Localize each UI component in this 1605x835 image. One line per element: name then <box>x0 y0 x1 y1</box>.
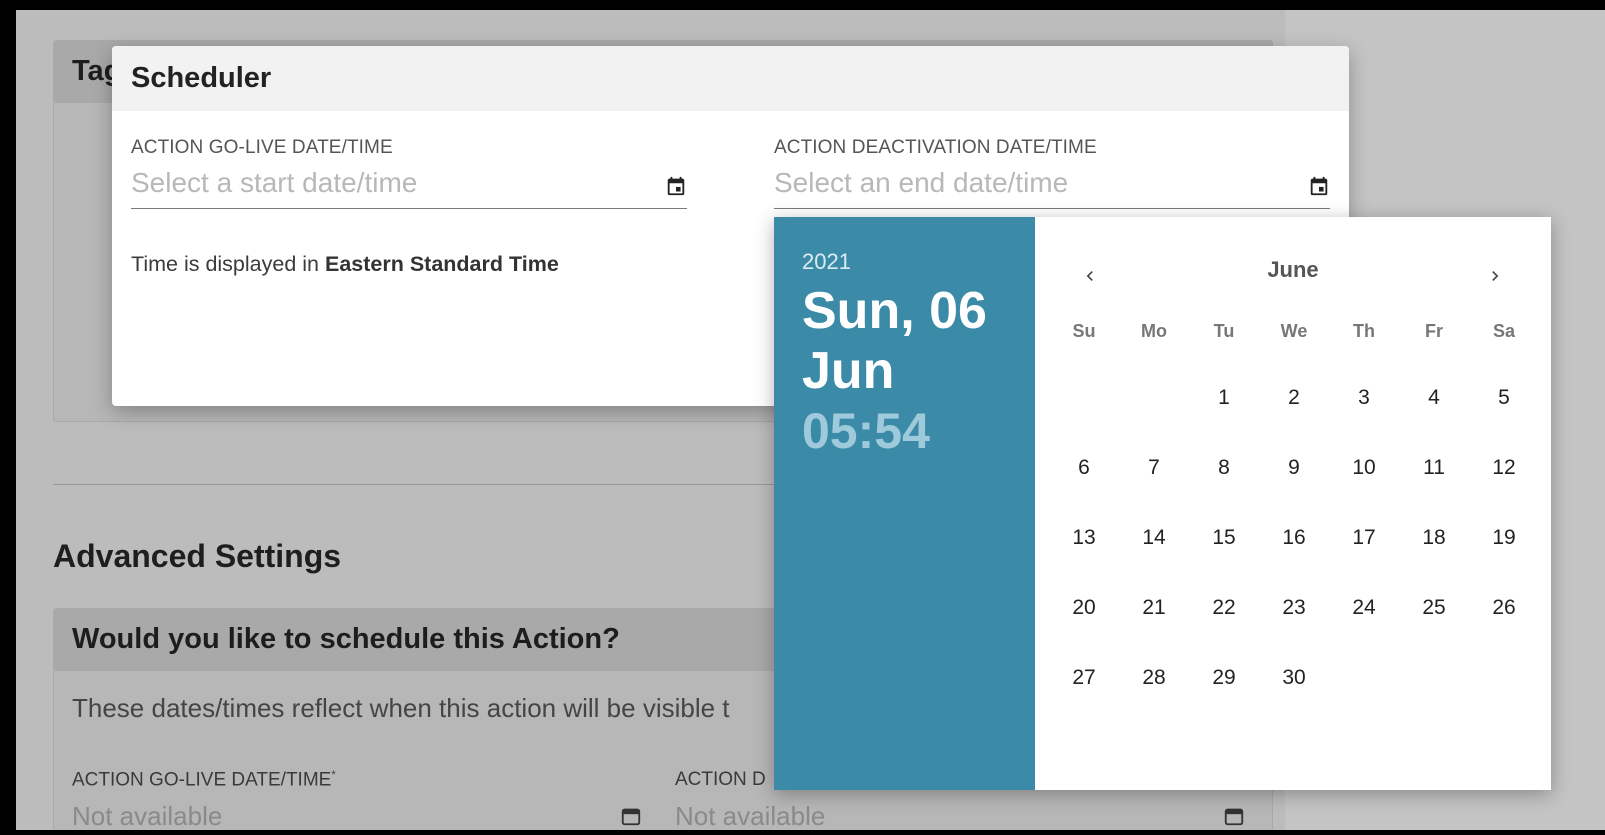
selected-date[interactable]: Sun, 06 Jun <box>802 281 1007 401</box>
calendar-day-empty <box>1049 363 1119 433</box>
calendar-day-empty <box>1329 643 1399 713</box>
calendar-day[interactable]: 5 <box>1469 363 1539 433</box>
weekday-label: Fr <box>1425 321 1443 341</box>
background-deactivation-value: Not available <box>675 801 826 830</box>
calendar-day[interactable]: 13 <box>1049 503 1119 573</box>
calendar-day[interactable]: 19 <box>1469 503 1539 573</box>
end-date-input[interactable] <box>774 161 1330 209</box>
background-golive-label: ACTION GO-LIVE DATE/TIME* <box>72 769 336 791</box>
calendar-day[interactable]: 7 <box>1119 433 1189 503</box>
chevron-right-icon <box>1492 271 1499 281</box>
calendar-day[interactable]: 2 <box>1259 363 1329 433</box>
calendar-day[interactable]: 16 <box>1259 503 1329 573</box>
calendar-day[interactable]: 4 <box>1399 363 1469 433</box>
calendar-day-empty <box>1119 363 1189 433</box>
calendar-day[interactable]: 25 <box>1399 573 1469 643</box>
calendar-day[interactable]: 23 <box>1259 573 1329 643</box>
weekday-label: Mo <box>1141 321 1167 341</box>
date-picker: 2021 Sun, 06 Jun 05:54 June Su Mo Tu We Th Fr… <box>774 217 1551 790</box>
start-date-label: ACTION GO-LIVE DATE/TIME <box>131 137 393 158</box>
calendar-day[interactable]: 11 <box>1399 433 1469 503</box>
calendar-day[interactable]: 14 <box>1119 503 1189 573</box>
calendar-day[interactable]: 30 <box>1259 643 1329 713</box>
calendar-day-empty <box>1469 643 1539 713</box>
start-date-field: ACTION GO-LIVE DATE/TIME <box>131 137 687 217</box>
weekday-label: Tu <box>1213 321 1235 341</box>
background-calendar-icon <box>621 808 641 826</box>
calendar-day[interactable]: 27 <box>1049 643 1119 713</box>
selected-date-line1: Sun, 06 <box>802 282 987 340</box>
selected-date-line2: Jun <box>802 342 895 400</box>
calendar-day-empty <box>1399 643 1469 713</box>
calendar-day[interactable]: 15 <box>1189 503 1259 573</box>
calendar-icon[interactable] <box>665 174 687 198</box>
calendar-day[interactable]: 18 <box>1399 503 1469 573</box>
selected-time[interactable]: 05:54 <box>802 403 1007 459</box>
calendar-day[interactable]: 12 <box>1469 433 1539 503</box>
calendar-icon[interactable] <box>1308 174 1330 198</box>
weekday-label: Su <box>1072 321 1096 341</box>
calendar-day[interactable]: 26 <box>1469 573 1539 643</box>
selected-year[interactable]: 2021 <box>802 249 1007 275</box>
advanced-settings-title: Advanced Settings <box>53 538 342 574</box>
timezone-prefix: Time is displayed in <box>131 252 325 276</box>
calendar-day[interactable]: 22 <box>1189 573 1259 643</box>
timezone-name: Eastern Standard Time <box>324 252 559 276</box>
calendar-day[interactable]: 6 <box>1049 433 1119 503</box>
weekday-label: We <box>1280 321 1308 341</box>
dialog-title: Scheduler <box>112 46 1349 111</box>
calendar-day[interactable]: 9 <box>1259 433 1329 503</box>
calendar-day[interactable]: 29 <box>1189 643 1259 713</box>
calendar-day[interactable]: 24 <box>1329 573 1399 643</box>
calendar-day[interactable]: 10 <box>1329 433 1399 503</box>
background-golive-label-text: ACTION GO-LIVE DATE/TIME <box>72 769 332 791</box>
calendar-day[interactable]: 1 <box>1189 363 1259 433</box>
start-date-input[interactable] <box>131 161 687 209</box>
calendar-days-grid: 1 2 3 4 5 6 7 8 9 10 11 12 13 14 15 16 17 18 19 20 21 22 23 24 2… <box>1049 363 1539 713</box>
weekday-label: Th <box>1353 321 1375 341</box>
calendar-day[interactable]: 20 <box>1049 573 1119 643</box>
required-marker: * <box>331 769 336 781</box>
background-deactivation-label: ACTION D <box>675 769 766 790</box>
calendar-day[interactable]: 17 <box>1329 503 1399 573</box>
date-picker-summary: 2021 Sun, 06 Jun 05:54 <box>774 217 1035 790</box>
calendar-day[interactable]: 28 <box>1119 643 1189 713</box>
background-golive-value: Not available <box>72 801 223 830</box>
calendar-day[interactable]: 8 <box>1189 433 1259 503</box>
calendar-panel: June Su Mo Tu We Th Fr Sa 1 2 3 4 5 6 7 8 9 10 11 12 13 14 1… <box>1035 217 1551 790</box>
next-month-button[interactable] <box>1478 259 1512 293</box>
month-label: June <box>1267 257 1319 282</box>
calendar-day[interactable]: 3 <box>1329 363 1399 433</box>
schedule-card-description: These dates/times reflect when this acti… <box>72 693 730 723</box>
weekday-label: Sa <box>1492 321 1516 341</box>
timezone-note: Time is displayed in Eastern Standard Ti… <box>131 252 559 277</box>
background-calendar-icon <box>1224 808 1244 826</box>
weekday-header: Su Mo Tu We Th Fr Sa <box>1049 321 1539 342</box>
end-date-field: ACTION DEACTIVATION DATE/TIME <box>774 137 1330 217</box>
calendar-day[interactable]: 21 <box>1119 573 1189 643</box>
end-date-label: ACTION DEACTIVATION DATE/TIME <box>774 137 1097 158</box>
